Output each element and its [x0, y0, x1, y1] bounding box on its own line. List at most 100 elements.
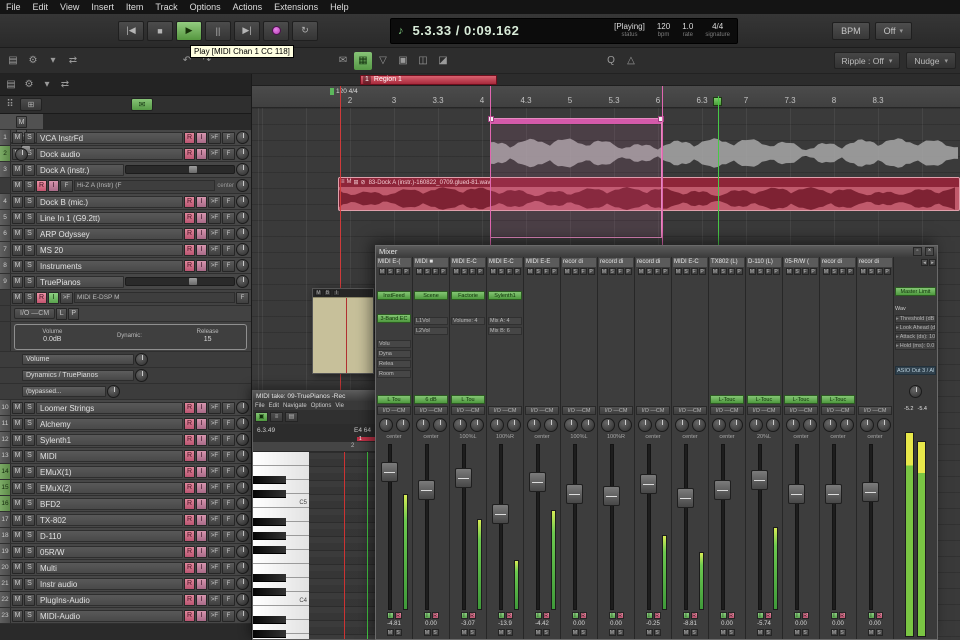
master-next-button[interactable]: ▸ [929, 259, 936, 266]
input-monitor-button[interactable]: I [196, 195, 207, 208]
io-routing-button[interactable]: I/O —CM [14, 308, 56, 319]
strip-mute-button[interactable]: M [830, 629, 838, 636]
strip-name[interactable]: MIDI E-C [488, 258, 522, 267]
strip-s-button[interactable]: S [423, 268, 431, 275]
strip-input-button[interactable]: I [497, 612, 505, 619]
strip-mute-button[interactable]: M [497, 629, 505, 636]
track-name[interactable]: Instr audio [36, 577, 183, 590]
fx-plugin-window[interactable]: MBI [312, 288, 374, 374]
mixer-title-bar[interactable]: Mixer ▫ × [376, 246, 937, 257]
strip-p-button[interactable]: P [883, 268, 891, 275]
fader-handle[interactable] [529, 472, 546, 492]
record-arm-button[interactable]: R [184, 211, 195, 224]
mute-button[interactable]: M [12, 417, 23, 430]
fx-button[interactable]: F [222, 433, 235, 446]
strip-io-button[interactable]: I/O —CM [747, 406, 781, 415]
record-arm-button[interactable]: R [184, 449, 195, 462]
piano-black-key[interactable] [253, 616, 286, 624]
strip-f-button[interactable]: F [616, 268, 624, 275]
piano-black-key[interactable] [253, 518, 286, 526]
fx-param-slot[interactable]: Volu [377, 340, 411, 348]
input-monitor-button[interactable]: I [196, 513, 207, 526]
fx-button[interactable]: F [222, 211, 235, 224]
strip-p-button[interactable]: P [439, 268, 447, 275]
input-monitor-button[interactable]: I [196, 211, 207, 224]
track-name[interactable]: TX-802 [36, 513, 183, 526]
input-monitor-button[interactable]: I [196, 561, 207, 574]
master-volume-slider[interactable] [20, 145, 30, 153]
volume-slider[interactable] [125, 165, 235, 174]
record-arm-button[interactable]: R [184, 417, 195, 430]
solo-button[interactable]: S [24, 401, 35, 414]
maximize-icon[interactable]: ▫ [913, 247, 922, 256]
strip-solo-button[interactable]: S [875, 629, 883, 636]
input-monitor-button[interactable]: I [196, 227, 207, 240]
strip-solo-button[interactable]: S [801, 629, 809, 636]
track-number[interactable]: 7 [0, 242, 11, 257]
fx-param-slot[interactable]: Volume: 4 [451, 317, 485, 325]
pan-knob[interactable] [580, 418, 595, 432]
fx-chain-button[interactable]: >F [208, 243, 221, 256]
solo-button[interactable]: S [24, 259, 35, 272]
fx-button[interactable]: F [222, 561, 235, 574]
strip-f-button[interactable]: F [764, 268, 772, 275]
solo-button[interactable]: S [24, 481, 35, 494]
strip-name[interactable]: recor di [858, 258, 892, 267]
track-name[interactable]: Dock audio [36, 147, 183, 160]
strip-record-button[interactable]: R [764, 612, 772, 619]
strip-solo-button[interactable]: S [653, 629, 661, 636]
fx-chain-button[interactable]: >F [208, 561, 221, 574]
track-name[interactable]: ARP Odyssey [36, 227, 183, 240]
track-number[interactable]: 20 [0, 560, 11, 575]
solo-button[interactable]: S [24, 465, 35, 478]
strip-mute-button[interactable]: M [460, 629, 468, 636]
timeline-ruler[interactable]: 120 4/4 2 3 3.3 4 4.3 5 5.3 6 6.3 7 7.3 8 8.3 [252, 86, 960, 108]
track-name[interactable]: Line In 1 (G9.2tt) [36, 211, 183, 224]
strip-mute-button[interactable]: M [867, 629, 875, 636]
menu-file[interactable]: File [0, 2, 27, 12]
pan-knob[interactable] [236, 195, 249, 208]
track-number[interactable]: 3 [0, 162, 11, 177]
solo-button[interactable]: S [24, 163, 35, 176]
fx-param-slot[interactable]: L2Vol [414, 327, 448, 335]
mute-button[interactable]: M [12, 291, 23, 304]
mute-button[interactable]: M [12, 227, 23, 240]
record-arm-button[interactable]: R [184, 593, 195, 606]
strip-f-button[interactable]: F [468, 268, 476, 275]
strip-io-button[interactable]: I/O —CM [525, 406, 559, 415]
strip-input-button[interactable]: I [534, 612, 542, 619]
fader-handle[interactable] [418, 480, 435, 500]
midi-note-grid[interactable] [309, 452, 375, 639]
strip-s-button[interactable]: S [497, 268, 505, 275]
strip-record-button[interactable]: R [468, 612, 476, 619]
pan-knob[interactable] [802, 418, 817, 432]
transport-field-bpm[interactable]: 120 bpm [657, 22, 670, 39]
fx-button[interactable]: F [222, 227, 235, 240]
docker-icon[interactable]: ▤ [4, 79, 18, 90]
plugin-i-button[interactable]: I [333, 290, 340, 296]
solo-button[interactable]: S [24, 195, 35, 208]
search-icon[interactable]: Q [602, 52, 620, 70]
midi-menu-navigate[interactable]: Navigate [283, 403, 307, 409]
fader-handle[interactable] [492, 504, 509, 524]
strip-m-button[interactable]: M [489, 268, 497, 275]
chevron-down-icon[interactable]: ▾ [40, 79, 54, 90]
mute-button[interactable]: M [12, 449, 23, 462]
strip-io-button[interactable]: I/O —CM [451, 406, 485, 415]
fx-button[interactable]: F [222, 259, 235, 272]
fx-param-slot[interactable]: L1Vol [414, 317, 448, 325]
envelope-icon[interactable]: ✉ [334, 52, 352, 70]
selection-top-bar[interactable] [491, 119, 661, 124]
input-monitor-button[interactable]: I [196, 449, 207, 462]
strip-solo-button[interactable]: S [394, 629, 402, 636]
solo-button[interactable]: S [24, 561, 35, 574]
strip-f-button[interactable]: F [394, 268, 402, 275]
strip-p-button[interactable]: P [476, 268, 484, 275]
pan-knob[interactable] [654, 418, 669, 432]
strip-mute-button[interactable]: M [793, 629, 801, 636]
fx-insert-button[interactable]: Sylenth1 [488, 291, 522, 300]
record-arm-button[interactable]: R [36, 291, 47, 304]
pan-knob[interactable] [236, 179, 249, 192]
fx-button[interactable]: F [222, 401, 235, 414]
piano-black-key[interactable] [253, 490, 286, 498]
